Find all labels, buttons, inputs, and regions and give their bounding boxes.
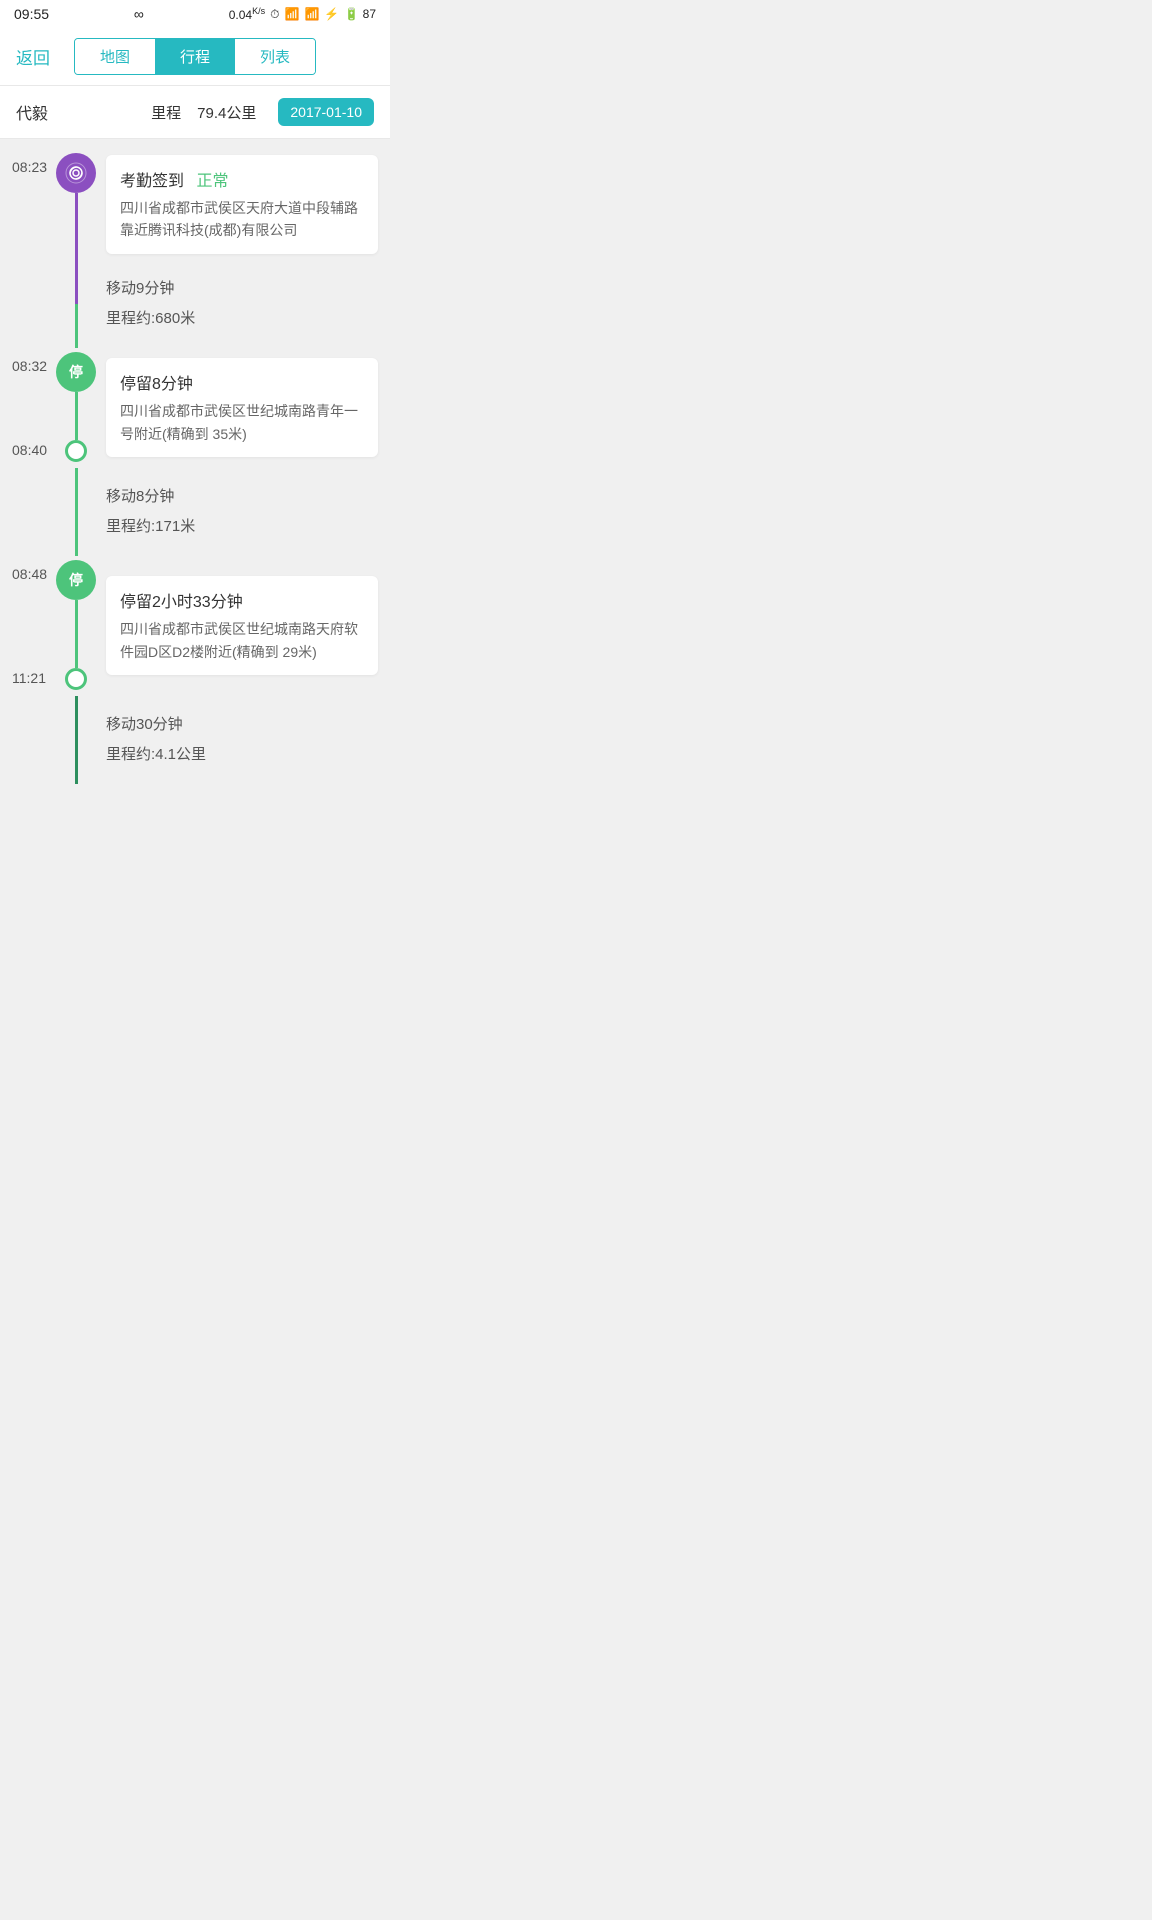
- wifi-icon: 📶: [285, 7, 300, 21]
- move-line-2: [54, 468, 98, 556]
- signal-icon: 📶: [304, 7, 319, 21]
- time-start-checkin: 08:23: [12, 149, 54, 175]
- battery-icon: 🔋 87: [344, 7, 376, 21]
- card-col-stop-1: 停留8分钟 四川省成都市武侯区世纪城南路青年一号附近(精确到 35米): [98, 348, 390, 468]
- time-col-stop-1: 08:32 08:40: [0, 348, 54, 468]
- dot-small-stop-2: [65, 668, 87, 690]
- tab-map[interactable]: 地图: [75, 39, 155, 74]
- nav-header: 返回 地图 行程 列表: [0, 28, 390, 86]
- line-move-1-bottom: [75, 304, 78, 348]
- line-move-1-top: [75, 260, 78, 304]
- middle-col-stop-1: 停: [54, 348, 98, 468]
- move-duration-2: 移动8分钟: [106, 482, 378, 512]
- mileage-value: 79.4公里: [197, 102, 256, 123]
- line-move-3: [75, 696, 78, 784]
- move-distance-1: 里程约:680米: [106, 304, 378, 334]
- tab-list[interactable]: 列表: [235, 39, 315, 74]
- time-start-stop-1: 08:32: [12, 348, 54, 374]
- timeline: 08:23 考勤签到 正常 四川省成都市武侯区天府大道中段辅路靠近: [0, 139, 390, 794]
- clock-icon: ⏱: [270, 7, 279, 22]
- card-address-stop-2: 四川省成都市武侯区世纪城南路天府软件园D区D2楼附近(精确到 29米): [120, 618, 364, 663]
- middle-col-checkin: [54, 149, 98, 260]
- status-infinity-icon: ∞: [134, 6, 144, 22]
- middle-col-stop-2: 停: [54, 556, 98, 696]
- line-stop-1-mid: [75, 392, 78, 440]
- event-stop-1: 08:32 08:40 停 停留8分钟 四川省成都市武侯区世纪城南路青年一号附近…: [0, 348, 390, 468]
- move-1: 移动9分钟 里程约:680米: [0, 260, 390, 348]
- move-duration-3: 移动30分钟: [106, 710, 378, 740]
- time-end-stop-1: 08:40: [12, 442, 54, 468]
- move-3: 移动30分钟 里程约:4.1公里: [0, 696, 390, 784]
- card-title-stop-2: 停留2小时33分钟: [120, 588, 364, 612]
- time-end-stop-2: 11:21: [12, 670, 54, 696]
- time-start-stop-2: 08:48: [12, 556, 54, 582]
- line-stop-2-mid: [75, 600, 78, 668]
- dot-small-stop-1: [65, 440, 87, 462]
- status-bar: 09:55 ∞ 0.04K/s ⏱ 📶 📶 ⚡ 🔋 87: [0, 0, 390, 28]
- dot-stop-1: 停: [56, 352, 96, 392]
- event-checkin: 08:23 考勤签到 正常 四川省成都市武侯区天府大道中段辅路靠近: [0, 149, 390, 260]
- card-stop-2: 停留2小时33分钟 四川省成都市武侯区世纪城南路天府软件园D区D2楼附近(精确到…: [106, 576, 378, 675]
- event-stop-2: 08:48 11:21 停 停留2小时33分钟 四川省成都市武侯区世纪城南路天府…: [0, 556, 390, 696]
- dot-stop-2: 停: [56, 560, 96, 600]
- time-col-checkin: 08:23: [0, 149, 54, 260]
- fingerprint-icon: [65, 162, 87, 184]
- card-col-stop-2: 停留2小时33分钟 四川省成都市武侯区世纪城南路天府软件园D区D2楼附近(精确到…: [98, 556, 390, 696]
- tab-trip[interactable]: 行程: [155, 39, 235, 74]
- info-bar: 代毅 里程 79.4公里 2017-01-10: [0, 86, 390, 139]
- move-line-1: [54, 260, 98, 348]
- mileage-label: 里程: [151, 102, 181, 123]
- move-line-3: [54, 696, 98, 784]
- move-content-1: 移动9分钟 里程约:680米: [98, 260, 390, 348]
- charging-icon: ⚡: [324, 7, 339, 21]
- status-right: 0.04K/s ⏱ 📶 📶 ⚡ 🔋 87: [229, 6, 376, 22]
- move-content-3: 移动30分钟 里程约:4.1公里: [98, 696, 390, 784]
- move-distance-3: 里程约:4.1公里: [106, 740, 378, 770]
- status-time: 09:55: [14, 6, 49, 22]
- line-move-2: [75, 468, 78, 556]
- network-speed: 0.04K/s: [229, 6, 265, 22]
- back-button[interactable]: 返回: [16, 44, 66, 69]
- card-checkin: 考勤签到 正常 四川省成都市武侯区天府大道中段辅路靠近腾讯科技(成都)有限公司: [106, 155, 378, 254]
- date-badge: 2017-01-10: [278, 98, 374, 126]
- driver-name: 代毅: [16, 100, 48, 124]
- card-address-checkin: 四川省成都市武侯区天府大道中段辅路靠近腾讯科技(成都)有限公司: [120, 197, 364, 242]
- card-address-stop-1: 四川省成都市武侯区世纪城南路青年一号附近(精确到 35米): [120, 400, 364, 445]
- card-title-checkin: 考勤签到 正常: [120, 167, 364, 191]
- dot-checkin: [56, 153, 96, 193]
- card-col-checkin: 考勤签到 正常 四川省成都市武侯区天府大道中段辅路靠近腾讯科技(成都)有限公司: [98, 149, 390, 260]
- time-col-stop-2: 08:48 11:21: [0, 556, 54, 696]
- card-title-stop-1: 停留8分钟: [120, 370, 364, 394]
- line-checkin: [75, 193, 78, 260]
- card-stop-1: 停留8分钟 四川省成都市武侯区世纪城南路青年一号附近(精确到 35米): [106, 358, 378, 457]
- move-2: 移动8分钟 里程约:171米: [0, 468, 390, 556]
- move-duration-1: 移动9分钟: [106, 274, 378, 304]
- status-normal: 正常: [196, 173, 228, 190]
- nav-tabs: 地图 行程 列表: [74, 38, 316, 75]
- move-content-2: 移动8分钟 里程约:171米: [98, 468, 390, 556]
- move-distance-2: 里程约:171米: [106, 512, 378, 542]
